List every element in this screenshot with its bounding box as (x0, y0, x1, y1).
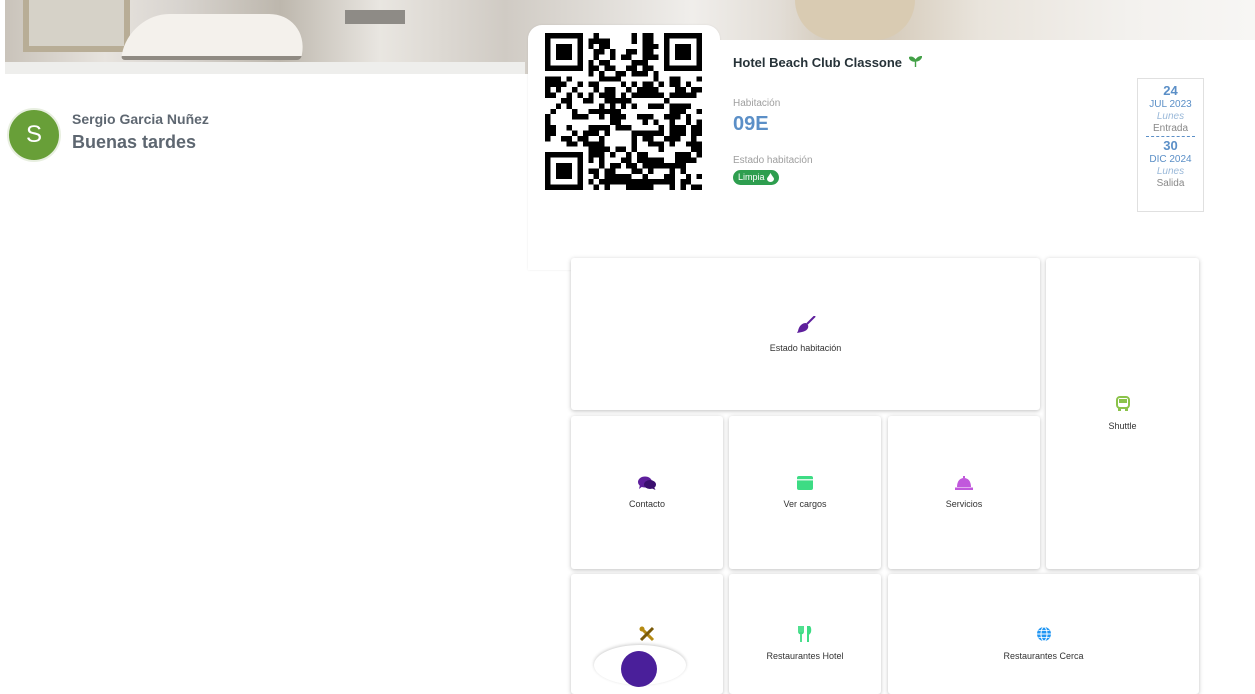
broom-icon (796, 315, 816, 333)
hotel-name-text: Hotel Beach Club Classone (733, 55, 903, 70)
drop-icon (766, 173, 774, 182)
tile-label: Contacto (628, 499, 666, 509)
tile-label: Servicios (945, 499, 983, 509)
tile-label: Restaurantes Cerca (1003, 651, 1084, 661)
wallet-icon (797, 476, 813, 490)
tile-shuttle[interactable]: Shuttle (1046, 258, 1199, 569)
checkin-day: 24 (1163, 83, 1178, 98)
utensils-icon (798, 626, 812, 642)
shelf (5, 62, 525, 74)
lamp-base (345, 10, 405, 24)
tile-label: Shuttle (1108, 421, 1137, 431)
globe-icon (1036, 626, 1051, 642)
chat-bubbles-icon (638, 476, 656, 490)
checkout-day: 30 (1163, 138, 1178, 153)
tile-ver-cargos[interactable]: Ver cargos (729, 416, 881, 569)
hotel-name: Hotel Beach Club Classone (733, 55, 923, 70)
room-status-label: Estado habitación (733, 155, 813, 166)
bus-icon (1115, 396, 1130, 411)
room-label: Habitación (733, 98, 781, 109)
tile-contacto[interactable]: Contacto (571, 416, 723, 569)
checkin-label: Entrada (1152, 123, 1189, 134)
qr-finder-pattern (545, 152, 583, 190)
checkout-weekday: Lunes (1156, 166, 1185, 177)
qr-finder-pattern (664, 33, 702, 71)
tile-restaurantes-hotel[interactable]: Restaurantes Hotel (729, 574, 881, 694)
avatar[interactable]: S (7, 108, 61, 162)
status-badge-text: Limpia (738, 172, 765, 182)
checkin-month: JUL 2023 (1149, 99, 1192, 110)
greeting: Buenas tardes (72, 132, 197, 152)
sprout-icon (905, 55, 923, 70)
checkout-label: Salida (1156, 178, 1185, 189)
dates-divider (1146, 136, 1195, 137)
user-name: Sergio Garcia Nuñez (72, 111, 209, 127)
tools-icon (639, 626, 655, 642)
service-bell-icon (955, 476, 973, 490)
checkout-month: DIC 2024 (1149, 154, 1192, 165)
tile-restaurantes-cerca[interactable]: Restaurantes Cerca (888, 574, 1199, 694)
picture-frame (23, 0, 130, 52)
room-number: 09E (733, 113, 769, 135)
fab-button[interactable] (621, 651, 657, 687)
tile-label: Estado habitación (769, 342, 842, 353)
checkin-weekday: Lunes (1156, 111, 1185, 122)
tile-label: Restaurantes Hotel (766, 651, 844, 661)
qr-finder-pattern (545, 33, 583, 71)
tile-servicios[interactable]: Servicios (888, 416, 1040, 569)
stay-dates: 24 JUL 2023 Lunes Entrada 30 DIC 2024 Lu… (1137, 78, 1204, 212)
tile-label: Ver cargos (783, 499, 827, 509)
tile-estado-habitacion[interactable]: Estado habitación (571, 258, 1040, 410)
qr-code[interactable] (545, 33, 702, 190)
open-book (120, 14, 310, 60)
pillow (795, 0, 915, 40)
status-badge: Limpia (733, 170, 779, 185)
